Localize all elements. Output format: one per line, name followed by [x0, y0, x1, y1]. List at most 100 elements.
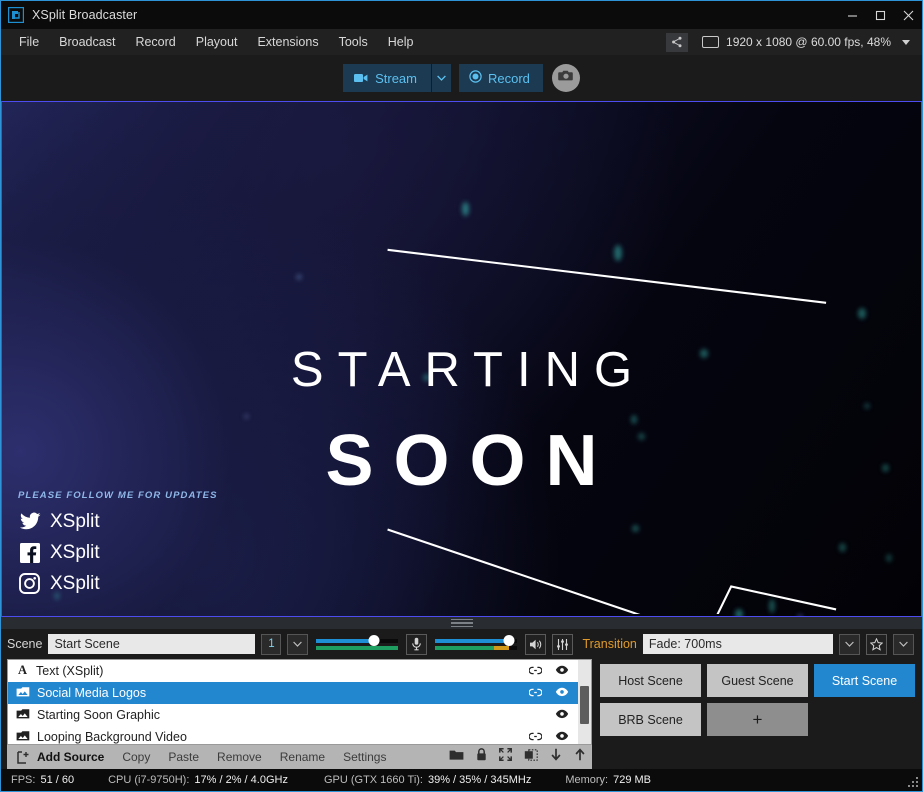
- maximize-icon[interactable]: [866, 1, 894, 29]
- chevron-down-icon[interactable]: [902, 40, 910, 45]
- social-row-twitter: XSplit: [18, 510, 218, 533]
- resolution-label: 1920 x 1080 @ 60.00 fps, 48%: [726, 35, 891, 49]
- transition-input[interactable]: [643, 634, 833, 654]
- folder-icon[interactable]: [449, 748, 464, 766]
- list-item[interactable]: Looping Background Video: [8, 726, 591, 745]
- status-fps-label: FPS:: [11, 774, 35, 786]
- speaker-slider-track[interactable]: [435, 639, 517, 643]
- favorite-button[interactable]: [866, 634, 887, 655]
- menu-item-broadcast[interactable]: Broadcast: [49, 29, 125, 55]
- social-row-facebook: XSplit: [18, 541, 218, 564]
- lower-panels: A Text (XSplit): [1, 659, 922, 769]
- speaker-volume-slider[interactable]: [435, 639, 517, 650]
- menu-item-record[interactable]: Record: [125, 29, 185, 55]
- snapshot-button[interactable]: [552, 64, 580, 92]
- scrollbar-thumb[interactable]: [580, 686, 589, 724]
- source-toolbar-icons: [449, 745, 586, 769]
- scene-button-guest[interactable]: Guest Scene: [707, 664, 808, 697]
- star-icon: [870, 638, 883, 651]
- preview-canvas[interactable]: STARTING SOON PLEASE FOLLOW ME FOR UPDAT…: [1, 101, 922, 617]
- scene-number-box[interactable]: 1: [261, 634, 281, 655]
- mic-level-meter: [316, 646, 398, 650]
- paste-button[interactable]: Paste: [159, 750, 208, 764]
- list-item[interactable]: Starting Soon Graphic: [8, 704, 591, 726]
- social-handle-facebook: XSplit: [50, 542, 100, 564]
- facebook-icon: [18, 541, 41, 564]
- stream-dropdown-button[interactable]: [432, 64, 451, 92]
- link-icon[interactable]: [529, 664, 542, 678]
- add-source-button[interactable]: Add Source: [13, 750, 113, 764]
- add-scene-button[interactable]: +: [707, 703, 808, 736]
- grip-lines-icon: [451, 617, 473, 630]
- scene-button-host[interactable]: Host Scene: [600, 664, 701, 697]
- scene-name-input[interactable]: [48, 634, 255, 654]
- source-list-scrollbar[interactable]: [578, 660, 591, 744]
- audio-mixer-icon[interactable]: [552, 634, 573, 655]
- menu-item-file[interactable]: File: [9, 29, 49, 55]
- stream-button[interactable]: Stream: [343, 64, 431, 92]
- video-camera-icon: [354, 71, 368, 86]
- camera-icon: [558, 69, 574, 87]
- speaker-level-meter: [435, 646, 517, 650]
- list-item[interactable]: Social Media Logos: [8, 682, 591, 704]
- status-gpu-value: 39% / 35% / 345MHz: [428, 774, 531, 786]
- minimize-icon[interactable]: [838, 1, 866, 29]
- settings-button[interactable]: Settings: [334, 750, 395, 764]
- panel-resize-handle[interactable]: [1, 617, 922, 629]
- speaker-slider-fill: [435, 639, 509, 643]
- scene-row-2: BRB Scene +: [600, 703, 915, 736]
- status-gpu: GPU (GTX 1660 Ti): 39% / 35% / 345MHz: [324, 774, 531, 786]
- menu-bar: File Broadcast Record Playout Extensions…: [1, 29, 922, 55]
- social-handle-twitter: XSplit: [50, 511, 100, 533]
- favorite-dropdown[interactable]: [893, 634, 914, 655]
- move-up-icon[interactable]: [574, 748, 586, 766]
- stream-button-label: Stream: [375, 71, 417, 86]
- mic-volume-slider[interactable]: [316, 639, 398, 650]
- visibility-eye-icon[interactable]: [555, 664, 569, 678]
- remove-button[interactable]: Remove: [208, 750, 271, 764]
- svg-text:A: A: [18, 663, 27, 676]
- visibility-eye-icon[interactable]: [555, 708, 569, 722]
- mic-slider-track[interactable]: [316, 639, 398, 643]
- move-down-icon[interactable]: [550, 748, 562, 766]
- source-name: Social Media Logos: [37, 686, 522, 700]
- status-cpu-label: CPU (i7-9750H):: [108, 774, 189, 786]
- visibility-eye-icon[interactable]: [555, 686, 569, 700]
- link-icon[interactable]: [529, 730, 542, 744]
- menu-item-help[interactable]: Help: [378, 29, 424, 55]
- record-button[interactable]: Record: [459, 64, 543, 92]
- scene-button-start[interactable]: Start Scene: [814, 664, 915, 697]
- transition-dropdown[interactable]: [839, 634, 860, 655]
- menu-item-playout[interactable]: Playout: [186, 29, 248, 55]
- fullscreen-icon[interactable]: [499, 748, 512, 766]
- crop-icon[interactable]: [524, 748, 538, 766]
- social-heading: PLEASE FOLLOW ME FOR UPDATES: [18, 490, 218, 501]
- share-icon[interactable]: [666, 33, 688, 52]
- title-bar: XSplit Broadcaster: [1, 1, 922, 29]
- menu-item-tools[interactable]: Tools: [329, 29, 378, 55]
- close-icon[interactable]: [894, 1, 922, 29]
- link-icon[interactable]: [529, 686, 542, 700]
- resize-grip-icon[interactable]: [907, 776, 919, 788]
- status-memory: Memory: 729 MB: [565, 774, 651, 786]
- scene-button-brb[interactable]: BRB Scene: [600, 703, 701, 736]
- source-list[interactable]: A Text (XSplit): [7, 659, 592, 745]
- visibility-eye-icon[interactable]: [555, 730, 569, 744]
- xsplit-window: XSplit Broadcaster File Broadcast Record…: [0, 0, 923, 792]
- lock-icon[interactable]: [476, 748, 487, 766]
- speaker-icon[interactable]: [525, 634, 546, 655]
- status-gpu-label: GPU (GTX 1660 Ti):: [324, 774, 423, 786]
- chevron-down-icon: [437, 75, 446, 81]
- rename-button[interactable]: Rename: [271, 750, 334, 764]
- chevron-down-icon: [899, 641, 908, 647]
- menu-item-extensions[interactable]: Extensions: [247, 29, 328, 55]
- status-fps-value: 51 / 60: [40, 774, 74, 786]
- scene-number-dropdown[interactable]: [287, 634, 308, 655]
- list-item[interactable]: A Text (XSplit): [8, 660, 591, 682]
- copy-button[interactable]: Copy: [113, 750, 159, 764]
- preview-title-line1: STARTING: [2, 342, 921, 398]
- image-source-icon: [16, 686, 30, 701]
- speaker-slider-knob: [504, 635, 515, 646]
- resolution-selector[interactable]: 1920 x 1080 @ 60.00 fps, 48%: [702, 35, 918, 49]
- microphone-icon[interactable]: [406, 634, 427, 655]
